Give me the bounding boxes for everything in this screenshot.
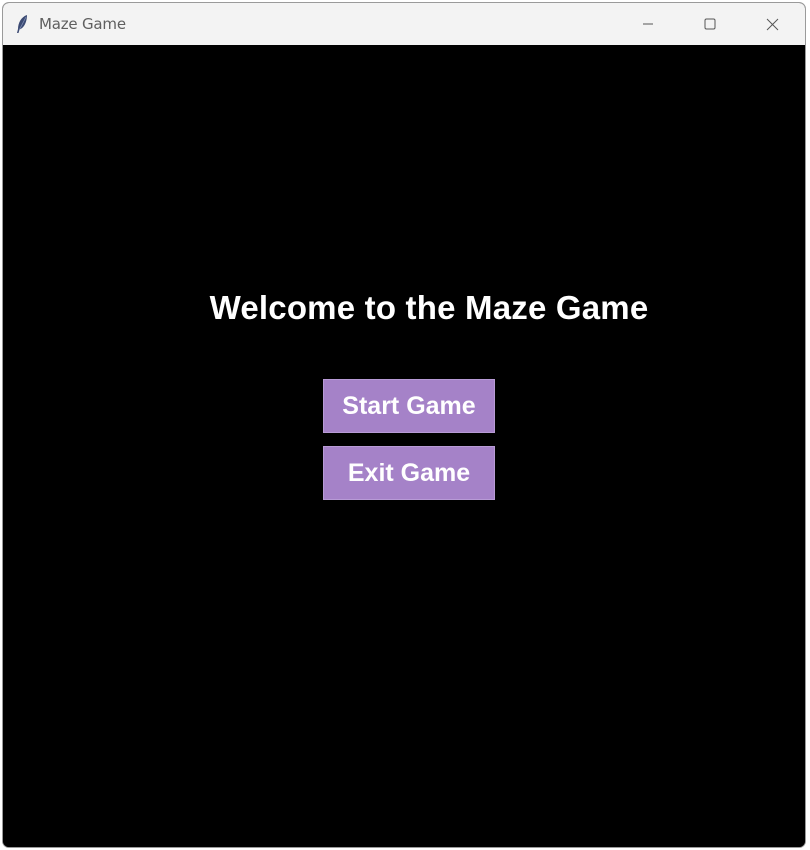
welcome-heading: Welcome to the Maze Game [209, 289, 649, 326]
title-bar[interactable]: Maze Game [3, 3, 805, 45]
window-title: Maze Game [39, 15, 126, 33]
exit-game-button[interactable]: Exit Game [323, 446, 495, 500]
maximize-button[interactable] [687, 3, 733, 45]
minimize-button[interactable] [625, 3, 671, 45]
app-window: Maze Game Welcome to the Maze Game Start… [2, 2, 806, 848]
feather-icon [15, 14, 29, 34]
maximize-icon [704, 18, 716, 30]
game-canvas: Welcome to the Maze Game Start Game Exit… [3, 45, 805, 847]
close-icon [766, 18, 779, 31]
close-button[interactable] [749, 3, 795, 45]
minimize-icon [642, 18, 654, 30]
start-game-button[interactable]: Start Game [323, 379, 495, 433]
